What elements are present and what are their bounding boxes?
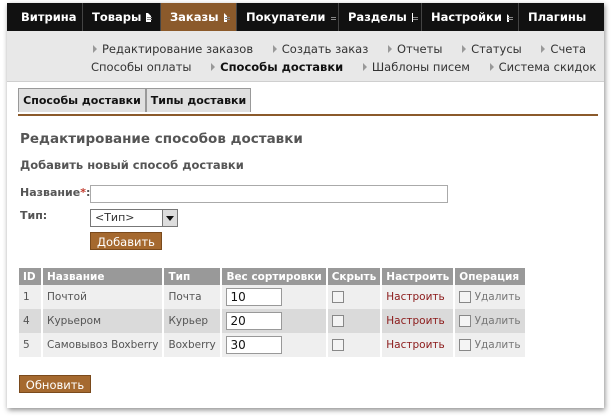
nav-label: Настройки xyxy=(431,10,502,24)
sort-weight-input[interactable]: 10 xyxy=(226,288,283,306)
cell-operation: Удалить xyxy=(454,333,527,357)
delete-label: Удалить xyxy=(474,339,521,351)
nav-label: Плагины xyxy=(528,10,587,24)
column-header: Тип xyxy=(163,268,223,285)
column-header: Скрыть xyxy=(326,268,383,285)
delete-checkbox[interactable] xyxy=(459,291,472,303)
top-nav: Витрина Товары Заказы Покупатели Разделы… xyxy=(7,3,604,31)
delete-label: Удалить xyxy=(474,291,521,303)
subnav-item-email-templates[interactable]: Шаблоны писем xyxy=(362,60,478,74)
app-window: Витрина Товары Заказы Покупатели Разделы… xyxy=(7,3,604,408)
cell-configure: Настроить xyxy=(381,285,456,309)
cell-type: Boxberry xyxy=(163,333,223,357)
add-section-title: Добавить новый способ доставки xyxy=(20,158,244,172)
table-header: ID Название Тип Вес сортировки Скрыть На… xyxy=(19,268,527,285)
tab-bar: Способы доставки Типы доставки xyxy=(18,88,598,116)
cell-sort: 20 xyxy=(221,309,328,333)
subnav-item-edit-orders[interactable]: Редактирование заказов xyxy=(93,42,261,56)
subnav-item-create-order[interactable]: Создать заказ xyxy=(272,42,377,56)
cell-id: 5 xyxy=(19,333,43,357)
nav-label: Покупатели xyxy=(246,10,326,24)
cell-sort: 30 xyxy=(221,333,328,357)
delivery-methods-table: ID Название Тип Вес сортировки Скрыть На… xyxy=(19,268,527,357)
name-label: Название*: xyxy=(20,186,91,199)
cell-hide xyxy=(326,333,383,357)
nav-item-settings[interactable]: Настройки xyxy=(422,3,519,31)
cell-configure: Настроить xyxy=(381,309,456,333)
subnav-row-1: Редактирование заказов Создать заказ Отч… xyxy=(93,42,602,56)
configure-link[interactable]: Настроить xyxy=(386,315,444,327)
cell-type: Курьер xyxy=(163,309,223,333)
nav-item-customers[interactable]: Покупатели xyxy=(237,3,339,31)
column-header: Настроить xyxy=(381,268,456,285)
subnav-item-delivery-methods[interactable]: Способы доставки xyxy=(211,60,351,74)
sort-weight-input[interactable]: 30 xyxy=(226,336,283,354)
configure-link[interactable]: Настроить xyxy=(386,339,444,351)
delete-checkbox[interactable] xyxy=(459,315,472,327)
nav-item-plugins[interactable]: Плагины xyxy=(519,3,604,31)
nav-label: Разделы xyxy=(348,10,407,24)
cell-hide xyxy=(326,309,383,333)
required-mark: * xyxy=(80,186,86,199)
document-icon xyxy=(223,12,231,22)
add-button[interactable]: Добавить xyxy=(90,232,162,250)
type-label: Тип: xyxy=(20,209,48,222)
tab-delivery-types[interactable]: Типы доставки xyxy=(146,88,251,112)
table-row: 4 Курьером Курьер 20 Настроить Удалить xyxy=(19,309,527,333)
subnav-row-2: Способы оплаты Способы доставки Шаблоны … xyxy=(91,60,604,74)
subnav-item-payment-methods[interactable]: Способы оплаты xyxy=(91,60,200,74)
triangle-icon xyxy=(211,63,216,71)
configure-link[interactable]: Настроить xyxy=(386,291,444,303)
column-header: ID xyxy=(19,268,43,285)
cell-id: 1 xyxy=(19,285,43,309)
triangle-icon xyxy=(462,45,467,53)
document-icon xyxy=(505,12,514,22)
triangle-icon xyxy=(489,63,494,71)
hide-checkbox[interactable] xyxy=(331,339,344,351)
triangle-icon xyxy=(388,45,393,53)
cell-name: Самовывоз Boxberry xyxy=(42,333,165,357)
table-row: 5 Самовывоз Boxberry Boxberry 30 Настрои… xyxy=(19,333,527,357)
nav-item-sections[interactable]: Разделы xyxy=(339,3,422,31)
subnav-item-invoices[interactable]: Счета xyxy=(541,42,594,56)
cell-hide xyxy=(326,285,383,309)
cell-id: 4 xyxy=(19,309,43,333)
cell-name: Почтой xyxy=(42,285,165,309)
cell-name: Курьером xyxy=(42,309,165,333)
triangle-icon xyxy=(93,45,97,53)
column-header: Вес сортировки xyxy=(221,268,328,285)
triangle-icon xyxy=(362,63,367,71)
hide-checkbox[interactable] xyxy=(331,291,344,303)
nav-item-orders[interactable]: Заказы xyxy=(161,3,237,31)
cell-operation: Удалить xyxy=(454,285,527,309)
type-select[interactable]: <Тип> xyxy=(90,209,178,227)
cell-operation: Удалить xyxy=(454,309,527,333)
column-header: Операция xyxy=(454,268,527,285)
tab-delivery-methods[interactable]: Способы доставки xyxy=(18,88,146,112)
delete-label: Удалить xyxy=(474,315,521,327)
chevron-down-icon xyxy=(162,210,177,226)
nav-item-storefront[interactable]: Витрина xyxy=(7,3,83,31)
nav-item-products[interactable]: Товары xyxy=(83,3,161,31)
subnav-item-discounts[interactable]: Система скидок xyxy=(489,60,604,74)
nav-label: Заказы xyxy=(170,10,219,24)
cell-sort: 10 xyxy=(221,285,328,309)
update-button[interactable]: Обновить xyxy=(19,375,91,393)
cell-type: Почта xyxy=(163,285,223,309)
subnav-item-reports[interactable]: Отчеты xyxy=(388,42,450,56)
column-header: Название xyxy=(42,268,165,285)
hide-checkbox[interactable] xyxy=(331,315,344,327)
sort-weight-input[interactable]: 20 xyxy=(226,312,283,330)
sub-nav: Редактирование заказов Создать заказ Отч… xyxy=(7,31,604,82)
cell-configure: Настроить xyxy=(381,333,456,357)
delete-checkbox[interactable] xyxy=(459,339,472,351)
document-icon xyxy=(146,12,152,22)
triangle-icon xyxy=(541,45,546,53)
table-row: 1 Почтой Почта 10 Настроить Удалить xyxy=(19,285,527,309)
subnav-item-statuses[interactable]: Статусы xyxy=(462,42,530,56)
triangle-icon xyxy=(272,45,277,53)
nav-label: Товары xyxy=(92,10,142,24)
page-title: Редактирование способов доставки xyxy=(20,131,303,147)
name-input[interactable] xyxy=(90,185,448,203)
